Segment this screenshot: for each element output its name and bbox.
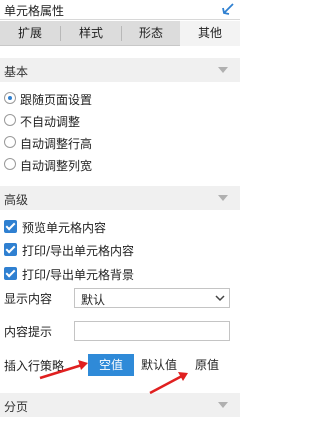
tab-style[interactable]: 样式 [61,21,121,46]
section-header-basic[interactable]: 基本 [0,58,240,82]
radio-label: 自动调整列宽 [20,159,93,173]
caret-down-icon[interactable] [218,195,228,201]
radio-label: 跟随页面设置 [20,93,93,107]
insert-row-policy-label: 插入行策略 [4,359,65,373]
radio-button[interactable] [4,114,16,126]
checkbox-label: 预览单元格内容 [22,221,107,235]
section-header-advanced[interactable]: 高级 [0,186,240,210]
display-content-label: 显示内容 [4,292,53,306]
checkbox[interactable] [4,243,17,256]
content-hint-label: 内容提示 [4,325,53,339]
checkbox-label: 打印/导出单元格内容 [22,244,135,258]
panel-title: 单元格属性 [4,4,65,18]
section-title-paging: 分页 [4,400,29,414]
pin-arrow-icon[interactable] [221,2,235,16]
section-title-basic: 基本 [4,65,29,79]
policy-option-default[interactable]: 默认值 [136,354,182,376]
chevron-down-icon[interactable] [215,294,225,302]
section-header-paging[interactable]: 分页 [0,393,240,417]
tab-extend[interactable]: 扩展 [0,21,60,46]
radio-button[interactable] [4,158,16,170]
radio-button[interactable] [4,136,16,148]
checkbox[interactable] [4,220,17,233]
caret-down-icon[interactable] [218,402,228,408]
panel-title-bar: 单元格属性 [0,0,240,20]
caret-down-icon[interactable] [218,67,228,73]
checkbox-label: 打印/导出单元格背景 [22,268,135,282]
content-hint-input[interactable] [74,321,230,341]
display-content-value: 默认 [81,293,106,307]
tab-bar: 扩展 样式 形态 其他 [0,21,240,46]
policy-option-empty[interactable]: 空值 [88,354,134,376]
checkbox[interactable] [4,267,17,280]
radio-label: 不自动调整 [20,115,81,129]
section-title-advanced: 高级 [4,193,29,207]
tab-form[interactable]: 形态 [122,21,180,46]
tab-other[interactable]: 其他 [180,21,240,46]
display-content-select[interactable]: 默认 [74,288,230,308]
policy-option-original[interactable]: 原值 [184,354,230,376]
radio-button[interactable] [4,92,16,104]
radio-label: 自动调整行高 [20,137,93,151]
